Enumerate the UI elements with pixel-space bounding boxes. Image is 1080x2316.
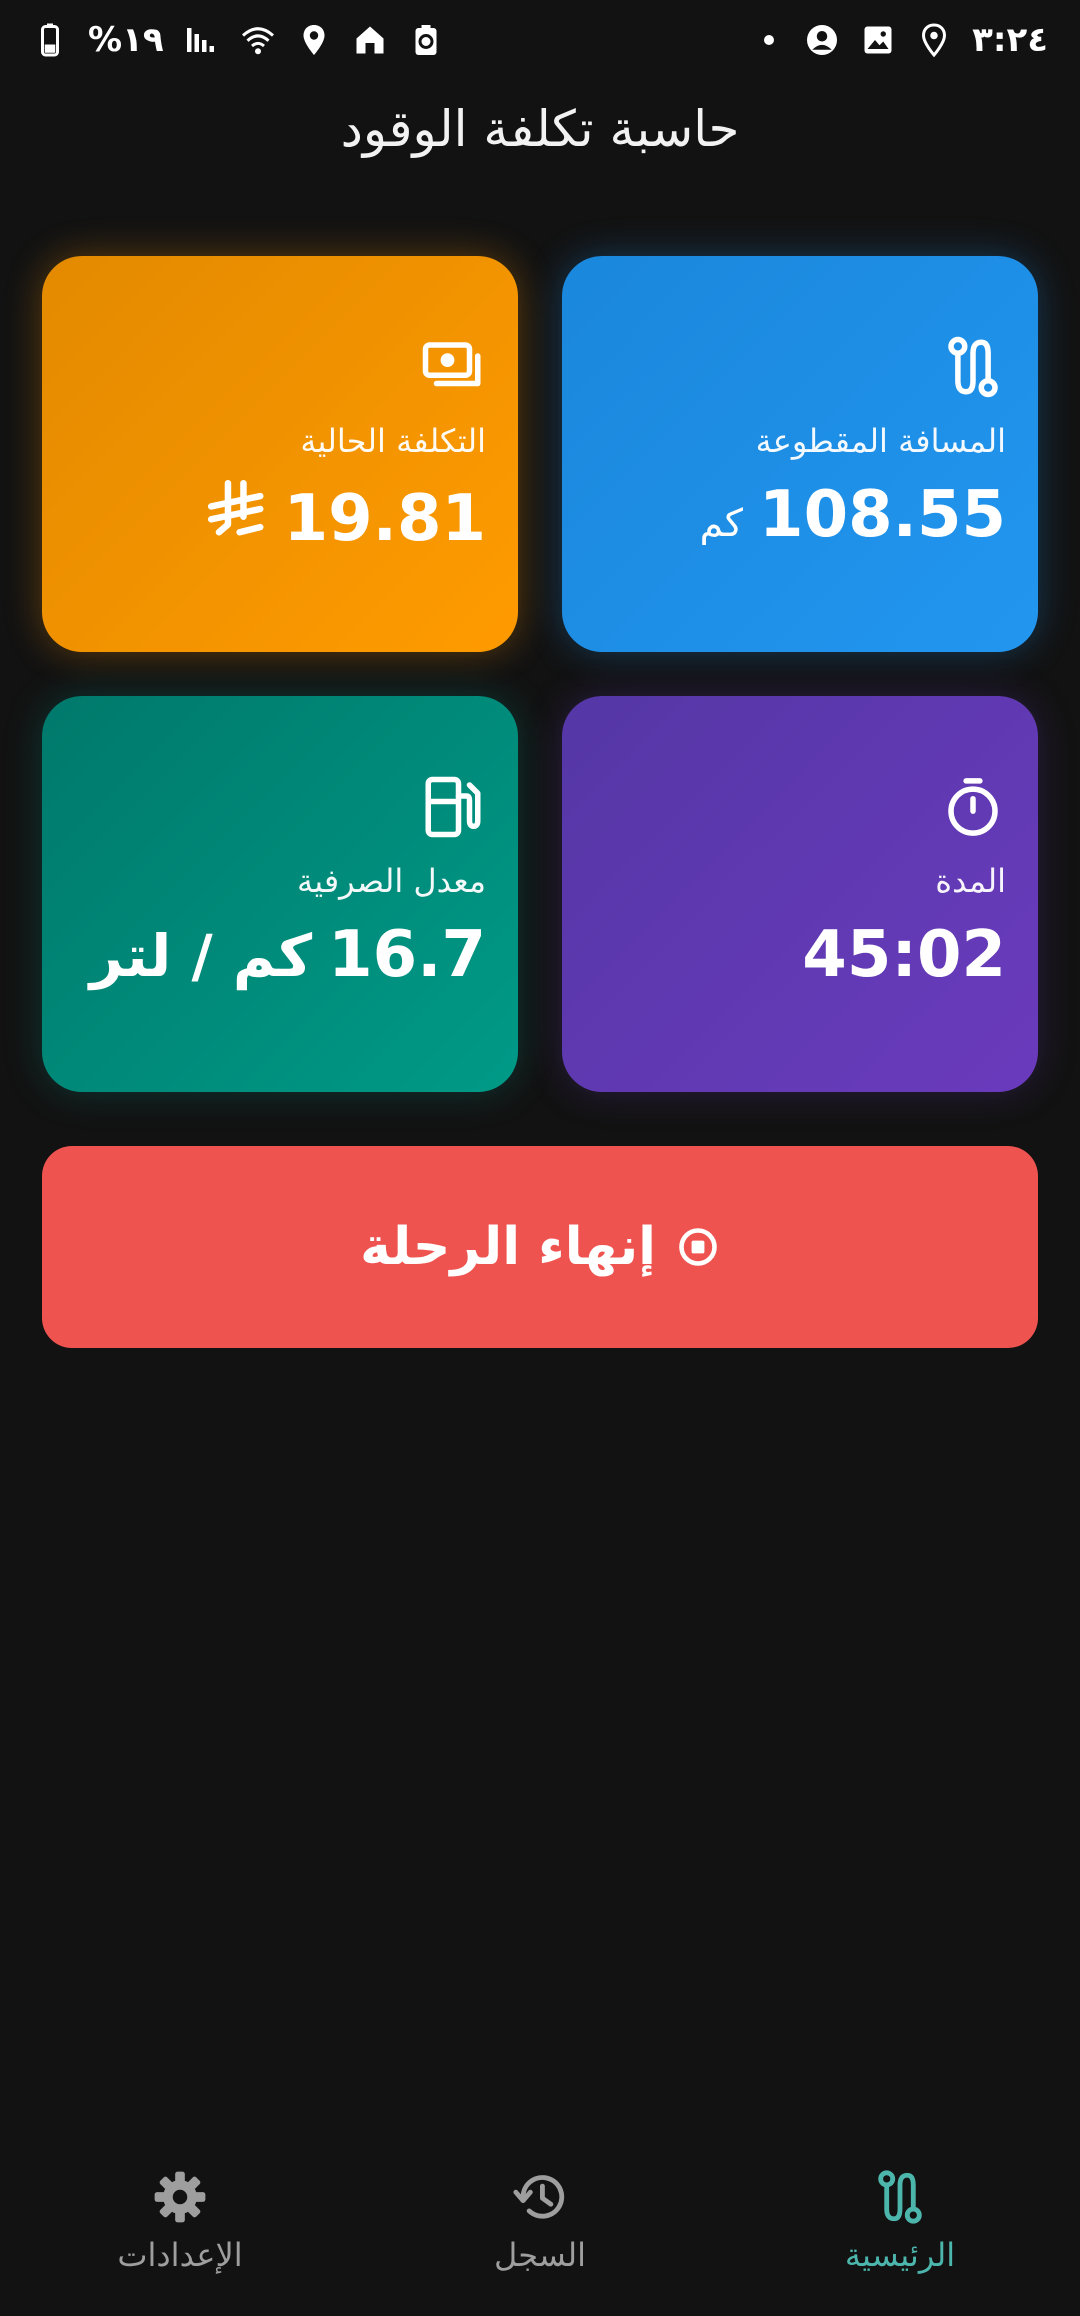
location-outline-icon: [916, 22, 952, 58]
page-title: حاسبة تكلفة الوقود: [340, 100, 740, 158]
duration-value-row: 45:02: [594, 918, 1006, 992]
battery-icon: [32, 22, 68, 58]
stop-circle-icon: [676, 1225, 720, 1269]
status-time: ٣:٢٤: [972, 20, 1048, 60]
distance-value-row: 108.55 كم: [594, 478, 1006, 552]
nav-label-history: السجل: [493, 2236, 587, 2274]
route-icon: [871, 2168, 929, 2226]
duration-label: المدة: [935, 862, 1006, 900]
battery-percent: %١٩: [88, 20, 164, 60]
gear-icon: [151, 2168, 209, 2226]
fuel-pump-icon: [420, 774, 486, 840]
efficiency-unit: كم / لتر: [89, 922, 313, 990]
distance-value: 108.55: [759, 478, 1006, 552]
cost-card: التكلفة الحالية 19.81: [42, 256, 518, 652]
nav-item-home[interactable]: الرئيسية: [750, 2168, 1050, 2274]
location-icon: [296, 22, 332, 58]
cost-label: التكلفة الحالية: [300, 422, 486, 460]
distance-label: المسافة المقطوعة: [755, 422, 1006, 460]
duration-value: 45:02: [802, 918, 1006, 992]
timer-icon: [940, 774, 1006, 840]
status-bar-left: %١٩: [32, 20, 444, 60]
efficiency-value-row: 16.7 كم / لتر: [74, 918, 486, 992]
bottom-nav: الرئيسية السجل الإعدادات: [0, 2168, 1080, 2316]
history-icon: [511, 2168, 569, 2226]
cost-value-row: 19.81: [74, 478, 486, 556]
cost-value: 19.81: [283, 482, 486, 556]
image-icon: [860, 22, 896, 58]
end-trip-button[interactable]: إنهاء الرحلة: [42, 1146, 1038, 1348]
efficiency-value: 16.7: [328, 918, 486, 992]
notification-dot-icon: [764, 35, 775, 45]
nav-label-home: الرئيسية: [844, 2236, 956, 2274]
distance-unit: كم: [699, 501, 744, 545]
recycle-icon: [408, 22, 444, 58]
saudi-riyal-icon: [206, 478, 268, 540]
nav-label-settings: الإعدادات: [117, 2236, 243, 2274]
nav-item-history[interactable]: السجل: [390, 2168, 690, 2274]
efficiency-label: معدل الصرفية: [297, 862, 486, 900]
duration-card: المدة 45:02: [562, 696, 1038, 1092]
efficiency-card: معدل الصرفية 16.7 كم / لتر: [42, 696, 518, 1092]
route-icon: [940, 334, 1006, 400]
end-trip-label: إنهاء الرحلة: [360, 1217, 656, 1277]
nav-item-settings[interactable]: الإعدادات: [30, 2168, 330, 2274]
status-bar: %١٩ ٣:٢٤: [0, 0, 1080, 80]
distance-card: المسافة المقطوعة 108.55 كم: [562, 256, 1038, 652]
signal-icon: [184, 22, 220, 58]
status-bar-right: ٣:٢٤: [764, 20, 1048, 60]
home-icon: [352, 22, 388, 58]
money-icon: [420, 334, 486, 400]
wifi-icon: [240, 22, 276, 58]
account-icon: [804, 22, 840, 58]
